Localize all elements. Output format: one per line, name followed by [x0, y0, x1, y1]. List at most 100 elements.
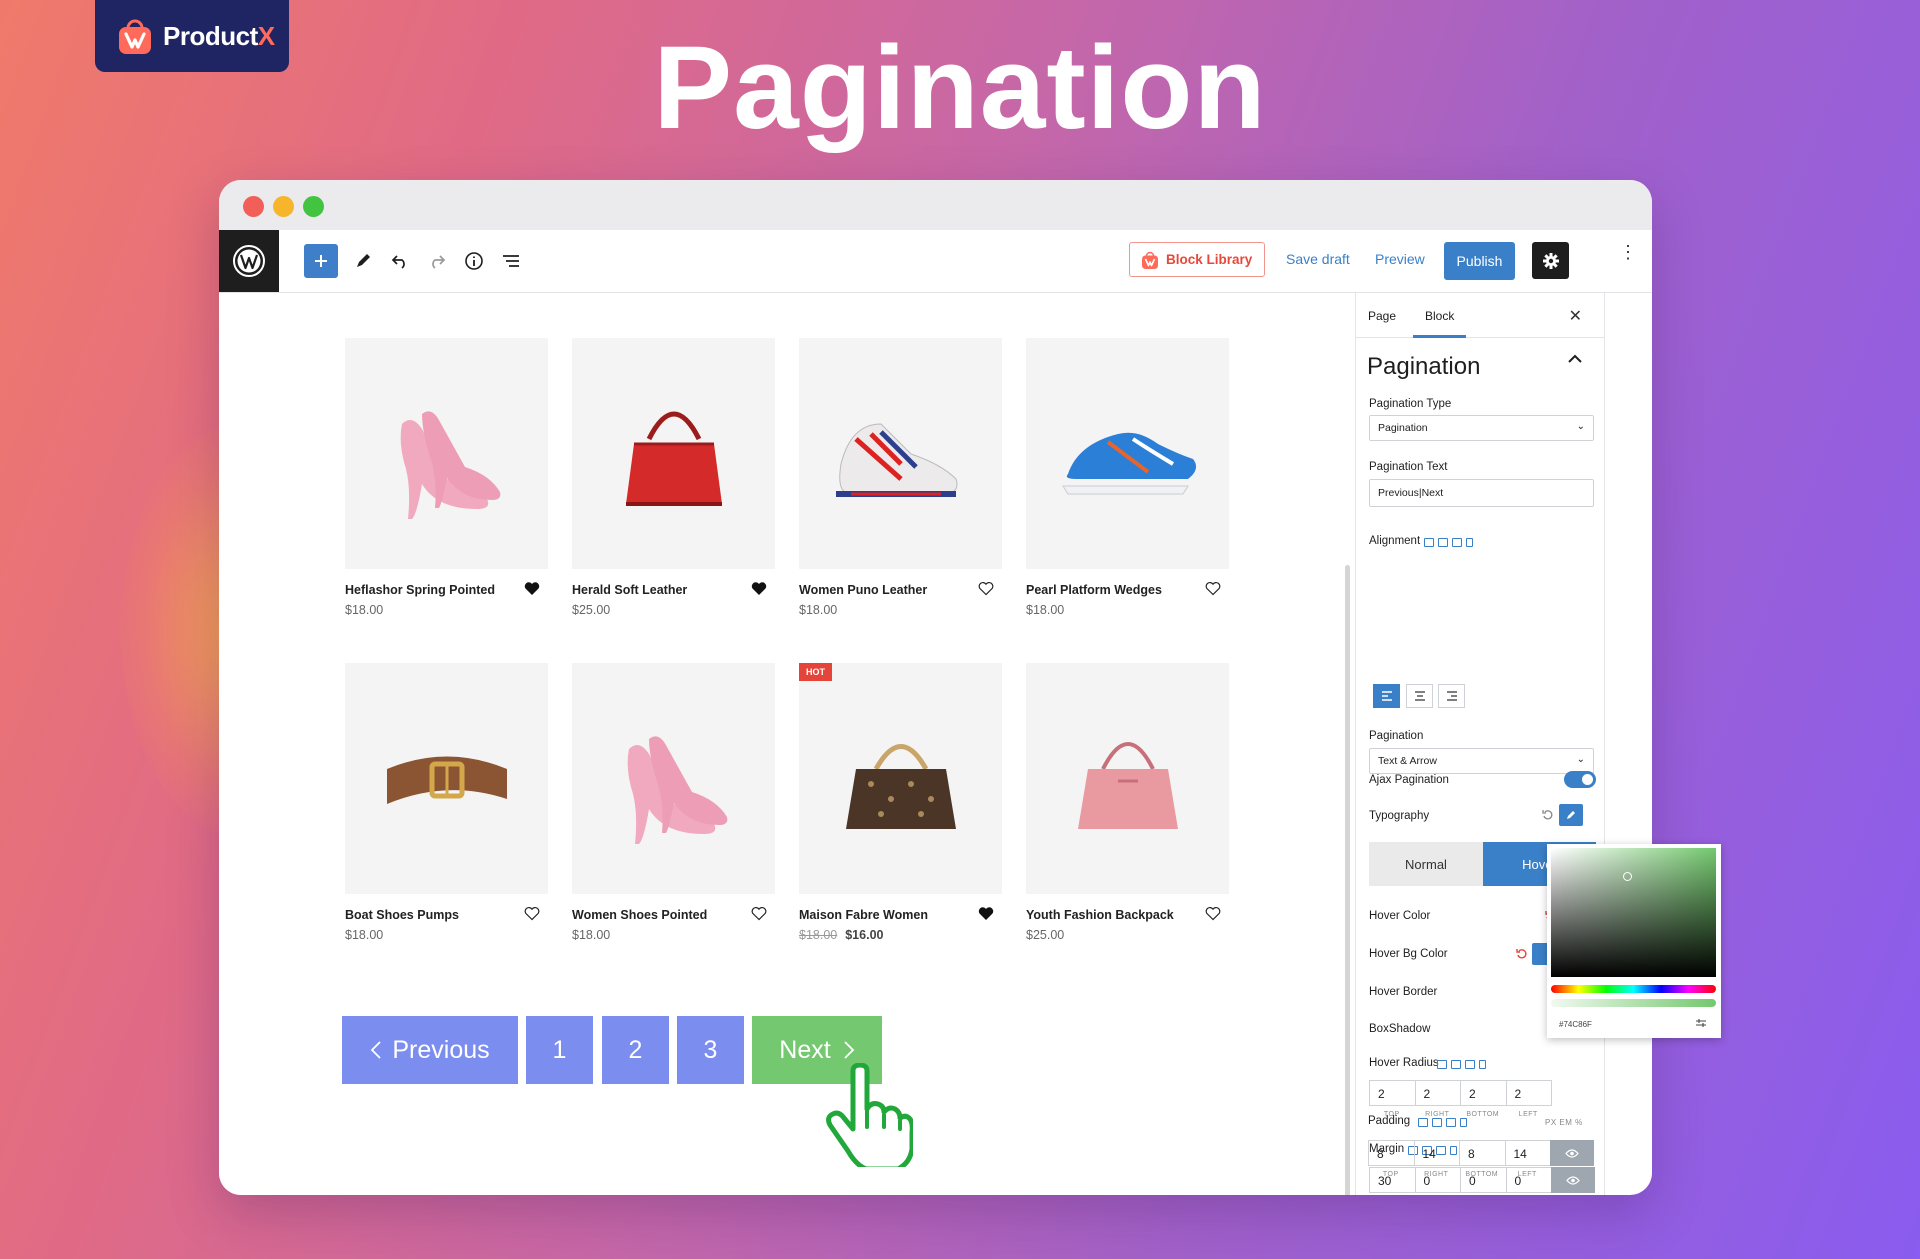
product-name[interactable]: Youth Fashion Backpack: [1026, 908, 1174, 922]
product-card[interactable]: HOT Maison Fabre Women $18.00 $16.00: [799, 663, 1002, 942]
page-1-button[interactable]: 1: [526, 1016, 593, 1084]
details-button[interactable]: [457, 244, 491, 278]
responsive-device-icons[interactable]: [1424, 538, 1473, 547]
product-image[interactable]: HOT: [799, 663, 1002, 894]
product-name[interactable]: Heflashor Spring Pointed: [345, 583, 495, 597]
reset-icon[interactable]: [1516, 948, 1528, 960]
previous-page-button[interactable]: Previous: [342, 1016, 518, 1084]
saturation-area[interactable]: [1551, 848, 1716, 977]
pagination-type-value: Pagination: [1378, 422, 1428, 434]
canvas-scrollbar[interactable]: [1345, 565, 1350, 1195]
typography-label: Typography: [1369, 810, 1430, 822]
responsive-device-icons[interactable]: [1418, 1118, 1467, 1127]
radius-left[interactable]: 2: [1505, 1080, 1552, 1106]
product-image[interactable]: [1026, 663, 1229, 894]
preview-button[interactable]: Preview: [1375, 251, 1425, 267]
alpha-slider[interactable]: [1551, 999, 1716, 1007]
heart-outline-icon[interactable]: [751, 906, 767, 921]
undo-icon: [391, 255, 405, 269]
more-options-icon[interactable]: ⋮: [1619, 243, 1637, 261]
product-name[interactable]: Pearl Platform Wedges: [1026, 583, 1162, 597]
product-image[interactable]: [1026, 338, 1229, 569]
radius-top[interactable]: 2: [1369, 1080, 1416, 1106]
save-draft-button[interactable]: Save draft: [1286, 251, 1350, 267]
padding-top[interactable]: 8: [1368, 1140, 1415, 1166]
heart-outline-icon[interactable]: [524, 906, 540, 921]
blue-sneaker-icon: [1061, 432, 1196, 494]
close-icon[interactable]: ✕: [1569, 306, 1582, 326]
redo-button[interactable]: [420, 244, 454, 278]
padding-left[interactable]: 14: [1504, 1140, 1551, 1166]
undo-button[interactable]: [383, 244, 417, 278]
product-name[interactable]: Boat Shoes Pumps: [345, 908, 459, 922]
ajax-pagination-toggle[interactable]: [1564, 771, 1596, 788]
margin-link-button[interactable]: [1551, 1167, 1595, 1193]
page-2-button[interactable]: 2: [602, 1016, 669, 1084]
state-normal-tab[interactable]: Normal: [1369, 842, 1483, 886]
padding-link-button[interactable]: [1550, 1140, 1594, 1166]
heart-outline-icon[interactable]: [1205, 581, 1221, 596]
product-name[interactable]: Herald Soft Leather: [572, 583, 687, 597]
maximize-window-button[interactable]: [303, 196, 324, 217]
hex-value[interactable]: #74C86F: [1559, 1020, 1592, 1029]
reset-icon[interactable]: [1542, 809, 1554, 821]
settings-button[interactable]: [1532, 242, 1569, 279]
product-card[interactable]: Herald Soft Leather $25.00: [572, 338, 775, 617]
product-image[interactable]: [345, 663, 548, 894]
product-image[interactable]: [572, 663, 775, 894]
product-card[interactable]: Boat Shoes Pumps $18.00: [345, 663, 548, 942]
product-name[interactable]: Women Puno Leather: [799, 583, 927, 597]
product-card[interactable]: Heflashor Spring Pointed $18.00: [345, 338, 548, 617]
product-card[interactable]: Women Puno Leather $18.00: [799, 338, 1002, 617]
product-card[interactable]: Youth Fashion Backpack $25.00: [1026, 663, 1229, 942]
padding-bottom[interactable]: 8: [1459, 1140, 1506, 1166]
radius-right[interactable]: 2: [1414, 1080, 1461, 1106]
block-library-button[interactable]: Block Library: [1129, 242, 1265, 277]
hover-radius-inputs[interactable]: 2 2 2 2: [1369, 1080, 1552, 1106]
pencil-icon: [1567, 811, 1575, 819]
product-name[interactable]: Maison Fabre Women: [799, 908, 928, 922]
padding-inputs[interactable]: 8 14 8 14: [1368, 1140, 1551, 1166]
product-name[interactable]: Women Shoes Pointed: [572, 908, 707, 922]
page-3-button[interactable]: 3: [677, 1016, 744, 1084]
padding-units[interactable]: PX EM %: [1545, 1118, 1583, 1127]
heart-filled-icon[interactable]: [751, 581, 767, 596]
add-block-button[interactable]: [304, 244, 338, 278]
pagination-style-select[interactable]: Text & Arrow ⌄: [1369, 748, 1594, 774]
wordpress-logo-icon[interactable]: [219, 230, 279, 292]
product-image[interactable]: [799, 338, 1002, 569]
hue-slider[interactable]: [1551, 985, 1716, 993]
picker-cursor[interactable]: [1623, 872, 1632, 881]
list-view-button[interactable]: [494, 244, 528, 278]
heart-outline-icon[interactable]: [978, 581, 994, 596]
align-right-button[interactable]: [1438, 684, 1465, 708]
heart-filled-icon[interactable]: [978, 906, 994, 921]
radius-bottom[interactable]: 2: [1460, 1080, 1507, 1106]
hover-radius-label: Hover Radius: [1369, 1057, 1439, 1069]
heart-outline-icon[interactable]: [1205, 906, 1221, 921]
product-image[interactable]: [345, 338, 548, 569]
pagination-text-input[interactable]: Previous|Next: [1369, 479, 1594, 507]
align-left-button[interactable]: [1373, 684, 1400, 708]
pagination-type-select[interactable]: Pagination ⌄: [1369, 415, 1594, 441]
responsive-device-icons[interactable]: [1437, 1060, 1486, 1069]
close-window-button[interactable]: [243, 196, 264, 217]
publish-button[interactable]: Publish: [1444, 242, 1515, 280]
product-image[interactable]: [572, 338, 775, 569]
tab-page[interactable]: Page: [1368, 309, 1396, 323]
product-price: $25.00: [572, 603, 611, 617]
minimize-window-button[interactable]: [273, 196, 294, 217]
typography-edit-button[interactable]: [1559, 804, 1583, 826]
pagination-style-label: Pagination: [1369, 730, 1424, 742]
heart-filled-icon[interactable]: [524, 581, 540, 596]
list-view-icon: [503, 255, 519, 267]
boxshadow-label: BoxShadow: [1369, 1023, 1431, 1035]
product-card[interactable]: Pearl Platform Wedges $18.00: [1026, 338, 1229, 617]
chevron-up-icon[interactable]: [1568, 351, 1582, 369]
tab-block[interactable]: Block: [1412, 309, 1467, 338]
color-format-toggle-icon[interactable]: [1695, 1018, 1707, 1028]
product-card[interactable]: Women Shoes Pointed $18.00: [572, 663, 775, 942]
edit-tool-button[interactable]: [346, 244, 380, 278]
padding-right[interactable]: 14: [1413, 1140, 1460, 1166]
align-center-button[interactable]: [1406, 684, 1433, 708]
